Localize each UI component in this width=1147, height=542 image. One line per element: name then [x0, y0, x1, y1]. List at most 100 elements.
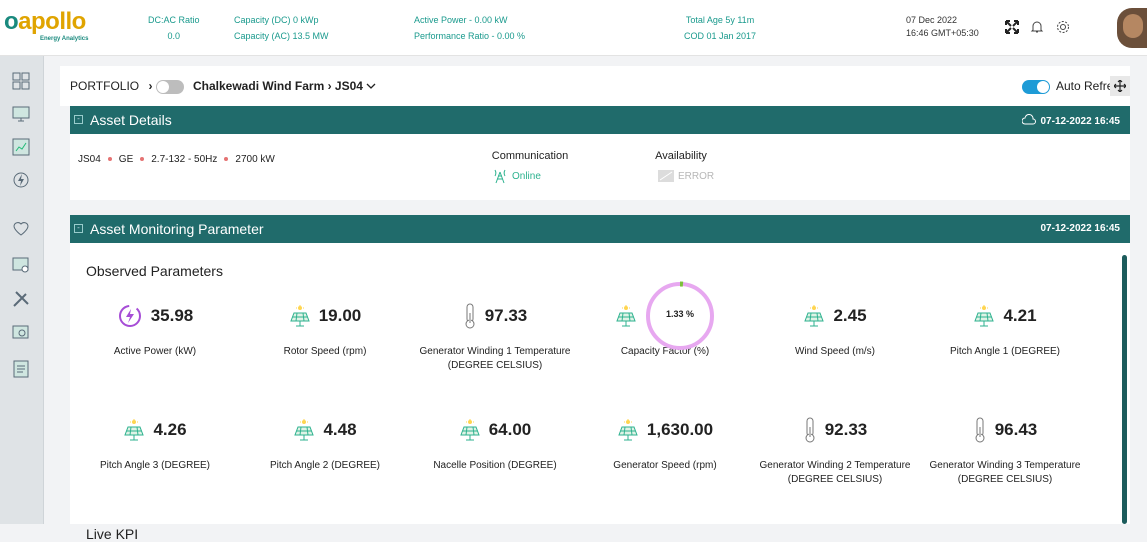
document-icon[interactable]	[10, 358, 32, 380]
collapse-icon[interactable]: -	[74, 115, 83, 124]
timestamp-text: 07-12-2022 16:45	[1040, 116, 1120, 127]
report-icon[interactable]	[10, 322, 32, 344]
availability-status: ERROR	[658, 170, 714, 182]
health-icon[interactable]	[10, 218, 32, 240]
gear-icon[interactable]	[1054, 18, 1072, 36]
parameter-value-row: 64.00	[410, 415, 580, 445]
auto-refresh-toggle[interactable]	[1022, 80, 1050, 94]
parameter-value: 4.48	[323, 420, 357, 439]
parameter-value: 97.33	[484, 306, 528, 325]
asset-id: JS04	[78, 154, 101, 165]
parameter-card: 4.48 Pitch Angle 2 (DEGREE)	[240, 415, 410, 473]
solar-panel-icon	[289, 305, 311, 327]
parameter-label: Rotor Speed (rpm)	[283, 346, 367, 357]
parameter-card: 1.33 % Capacity Factor (%)	[580, 281, 750, 359]
parameter-value: 35.98	[150, 306, 194, 325]
monitor-icon[interactable]	[10, 103, 32, 125]
thermometer-icon	[973, 417, 987, 443]
parameter-value: 1,630.00	[646, 420, 714, 439]
stat-label: Capacity (DC) 0 kWp	[234, 15, 319, 25]
parameter-card: 4.26 Pitch Angle 3 (DEGREE)	[70, 415, 240, 473]
parameter-value-row: 1.33 %	[580, 281, 750, 351]
asset-capacity: 2700 kW	[235, 154, 275, 165]
dashboard-icon[interactable]	[10, 136, 32, 158]
parameter-card: 19.00 Rotor Speed (rpm)	[240, 301, 410, 359]
asset-details-panel: JS04 GE 2.7-132 - 50Hz 2700 kW Communicatio…	[70, 134, 1130, 200]
chevron-down-icon	[366, 79, 376, 93]
tools-icon[interactable]	[10, 288, 32, 310]
thermometer-icon	[463, 303, 477, 329]
stat-label: Active Power - 0.00 kW	[414, 15, 508, 25]
power-icon[interactable]	[10, 169, 32, 191]
parameter-card: 4.21 Pitch Angle 1 (DEGREE)	[920, 301, 1090, 359]
move-icon[interactable]	[1110, 76, 1130, 96]
parameter-value-row: 35.98	[70, 301, 240, 331]
parameter-label: Pitch Angle 1 (DEGREE)	[949, 346, 1061, 357]
solar-panel-icon	[293, 419, 315, 441]
asset-selector[interactable]: Chalkewadi Wind Farm › JS04	[193, 79, 376, 93]
parameter-label: Pitch Angle 2 (DEGREE)	[269, 460, 381, 471]
apollo-logo[interactable]: oapollo Energy Analytics	[4, 8, 124, 48]
asset-model: 2.7-132 - 50Hz	[151, 154, 218, 165]
monitoring-header[interactable]: - Asset Monitoring Parameter 07-12-2022 …	[70, 215, 1130, 243]
live-kpi-title: Live KPI	[86, 526, 139, 542]
parameter-value: 96.43	[994, 420, 1038, 439]
asset-make: GE	[118, 154, 134, 165]
logo-wordmark: apollo	[18, 8, 86, 35]
availability-value: ERROR	[678, 170, 715, 182]
fullscreen-icon[interactable]	[1003, 18, 1021, 36]
parameter-label: Generator Winding 3 Temperature (DEGREE …	[929, 460, 1081, 485]
stat-value: Capacity (AC) 13.5 MW	[234, 31, 329, 41]
communication-status: Online	[492, 168, 541, 184]
stat-value: 0.0	[167, 31, 181, 41]
parameter-value: 1.33 %	[665, 309, 695, 319]
portfolio-toggle[interactable]	[156, 80, 184, 94]
analytics-icon[interactable]	[10, 254, 32, 276]
parameter-card: 64.00 Nacelle Position (DEGREE)	[410, 415, 580, 473]
availability-label: Availability	[655, 150, 707, 162]
stat-label: DC:AC Ratio	[148, 15, 200, 25]
parameter-value-row: 2.45	[750, 301, 920, 331]
bell-icon[interactable]	[1028, 18, 1046, 36]
asset-specs: JS04 GE 2.7-132 - 50Hz 2700 kW	[78, 154, 275, 165]
breadcrumb-separator: ›	[148, 79, 153, 93]
lightning-circle-icon	[117, 303, 143, 329]
parameter-value: 4.21	[1003, 306, 1037, 325]
portfolio-label: PORTFOLIO	[70, 79, 140, 93]
parameter-card: 1,630.00 Generator Speed (rpm)	[580, 415, 750, 473]
collapse-icon[interactable]: -	[74, 224, 83, 233]
portfolio-grid-icon[interactable]	[10, 70, 32, 92]
parameter-label: Generator Winding 1 Temperature (DEGREE …	[419, 346, 571, 371]
parameter-value-row: 4.48	[240, 415, 410, 445]
parameter-value: 2.45	[833, 306, 867, 325]
solar-panel-icon	[459, 419, 481, 441]
parameter-label: Active Power (kW)	[113, 346, 197, 357]
solar-panel-icon	[617, 419, 639, 441]
scrollbar[interactable]	[1122, 255, 1127, 524]
parameter-value-row: 92.33	[750, 415, 920, 445]
parameter-card: 35.98 Active Power (kW)	[70, 301, 240, 359]
asset-details-header[interactable]: - Asset Details 07-12-2022 16:45	[70, 106, 1130, 134]
solar-panel-icon	[973, 305, 995, 327]
parameter-label: Pitch Angle 3 (DEGREE)	[99, 460, 211, 471]
parameter-value: 19.00	[318, 306, 362, 325]
tower-icon	[494, 169, 506, 184]
stat-capacity: Capacity (DC) 0 kWp Capacity (AC) 13.5 M…	[234, 12, 329, 44]
section-timestamp: 07-12-2022 16:45	[1040, 223, 1120, 234]
breadcrumb: PORTFOLIO › Chalkewadi Wind Farm › JS04 …	[60, 66, 1130, 106]
logo-text: oapollo	[4, 8, 86, 35]
parameter-label: Generator Winding 2 Temperature (DEGREE …	[759, 460, 911, 485]
solar-panel-icon	[123, 419, 145, 441]
parameter-label: Wind Speed (m/s)	[794, 346, 876, 357]
availability-icon	[658, 170, 674, 182]
logo-sub: Energy Analytics	[40, 36, 89, 42]
avatar[interactable]	[1117, 8, 1147, 48]
capacity-factor-gauge: 1.33 %	[645, 281, 715, 351]
breadcrumb-portfolio[interactable]: PORTFOLIO ›	[70, 79, 152, 93]
stat-dc-ac-ratio: DC:AC Ratio 0.0	[148, 12, 200, 44]
top-bar: oapollo Energy Analytics DC:AC Ratio 0.0…	[0, 0, 1147, 56]
parameter-value-row: 96.43	[920, 415, 1090, 445]
stat-total-age: Total Age 5y 11m COD 01 Jan 2017	[660, 12, 780, 44]
current-time: 16:46 GMT+05:30	[906, 28, 979, 38]
section-title: Asset Monitoring Parameter	[90, 221, 264, 237]
